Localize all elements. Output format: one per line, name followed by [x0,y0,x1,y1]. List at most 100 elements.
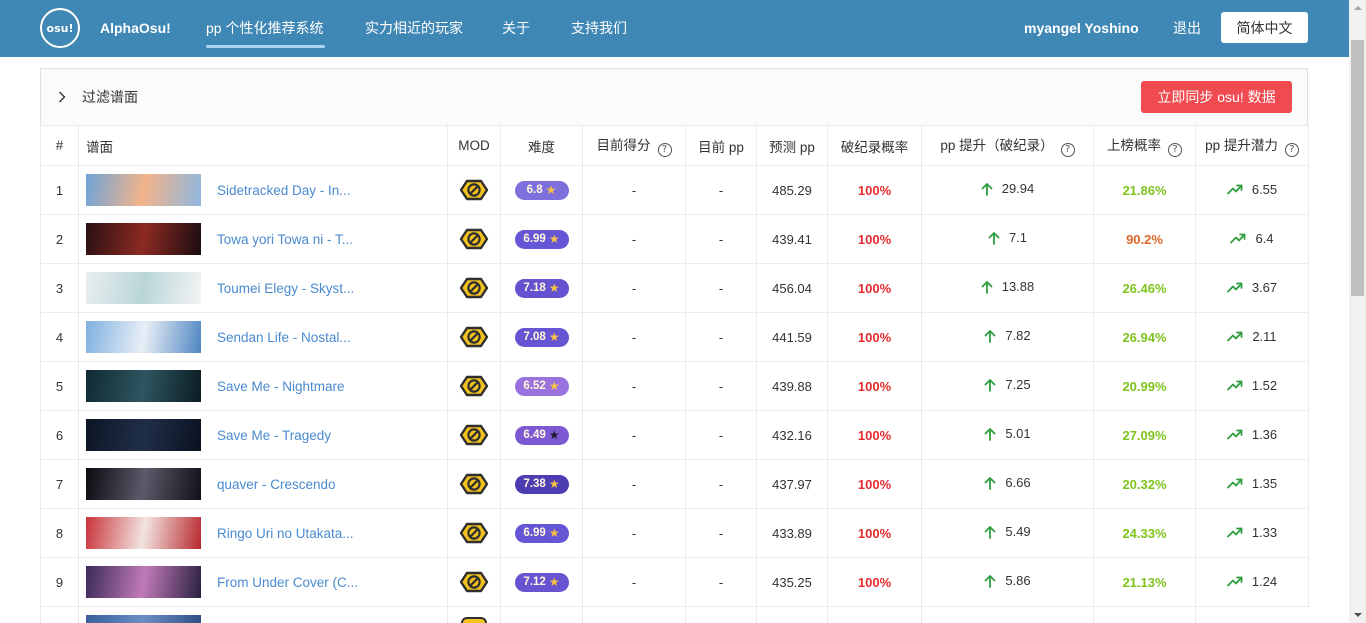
beatmap-cover-thumbnail[interactable] [86,272,201,304]
break-record-probability: 100% [857,476,892,492]
beatmap-cover-thumbnail[interactable] [86,174,201,206]
help-circle-icon[interactable] [1168,143,1182,157]
header-label: 目前 pp [698,139,744,155]
beatmap-cell: Ringo Uri no Utakata... [78,508,448,558]
table-row: 4 Sendan Life - Nostal... 7.08 ★ - - 441.59 100… [40,312,1309,362]
beatmap-cover-thumbnail[interactable] [86,468,201,500]
beatmap-cover-thumbnail[interactable] [86,370,201,402]
current-score: - [631,182,637,198]
break-record-probability: 100% [857,427,892,443]
beatmap-title-link[interactable]: quaver - Crescendo [217,477,336,492]
beatmap-cover-thumbnail[interactable] [86,419,201,451]
predicted-pp-cell: 432.16 [756,410,828,460]
table-row: 6 Save Me - Tragedy 6.49 ★ - - 432.16 100% 5.01 2… [40,410,1309,460]
ranking-probability-cell: 21.86% [1093,165,1196,215]
break-record-probability: 100% [857,574,892,590]
pp-gain: 7.82 [984,328,1031,343]
beatmap-title-link[interactable]: Save Me - Nightmare [217,379,345,394]
column-header-current-pp: 目前 pp [685,125,757,166]
nav-link-recommend[interactable]: pp 个性化推荐系统 [206,19,323,37]
star-rating: 6.99 [523,527,546,539]
beatmap-title-link[interactable]: Save Me - Tragedy [217,428,331,443]
arrow-up-icon [984,378,996,392]
predicted-pp: 433.89 [772,525,812,541]
difficulty-badge: 6.52 ★ [514,376,569,396]
beatmap-title-link[interactable]: From Under Cover (C... [217,575,358,590]
current-score-cell: - [582,214,686,264]
mod-cell [447,606,501,623]
scrollbar-thumb[interactable] [1351,40,1364,296]
beatmap-info: Sendan Life - Nostal... [80,321,447,353]
beatmap-cover-thumbnail[interactable] [86,321,201,353]
current-pp-cell [685,606,757,623]
nav-link-support[interactable]: 支持我们 [571,19,627,37]
beatmap-cell: Save Me - Nightmare [78,361,448,411]
beatmap-title-link[interactable]: Towa yori Towa ni - T... [217,232,353,247]
table-row: 8 Ringo Uri no Utakata... 6.99 ★ - - 433.89 100… [40,508,1309,558]
beatmap-cell: Toumei Elegy - Skyst... [78,263,448,313]
star-rating: 7.18 [523,282,546,294]
username-link[interactable]: myangel Yoshino [1024,19,1139,37]
nav-link-similar-players[interactable]: 实力相近的玩家 [365,19,463,37]
beatmap-cover-thumbnail[interactable] [86,566,201,598]
chevron-right-icon[interactable] [58,91,66,103]
pp-gain: 5.49 [984,524,1031,539]
break-probability-cell: 100% [827,165,922,215]
star-icon: ★ [548,232,560,246]
difficulty-cell [500,606,583,623]
no-mod-icon [459,375,489,397]
predicted-pp-cell: 439.41 [756,214,828,264]
break-probability-cell [827,606,922,623]
pp-gain: 5.01 [984,426,1031,441]
ranking-probability: 21.86% [1122,182,1167,198]
beatmap-title-link[interactable]: Sidetracked Day - In... [217,183,351,198]
header-label: 破纪录概率 [840,139,909,155]
beatmap-title-link[interactable]: Sendan Life - Nostal... [217,330,351,345]
help-circle-icon[interactable] [1060,143,1075,157]
table-row: 1 Sidetracked Day - In... 6.8 ★ - - 485.29 100%… [40,165,1309,215]
beatmap-cell: Sidetracked Day - In... [78,165,448,215]
logout-link[interactable]: 退出 [1173,19,1201,37]
difficulty-cell: 6.99 ★ [500,508,583,558]
beatmap-cover-thumbnail[interactable] [86,517,201,549]
break-record-probability: 100% [857,329,892,345]
filter-toggle-label[interactable]: 过滤谱面 [82,88,138,106]
current-score: - [631,476,637,492]
nav-link-about[interactable]: 关于 [502,19,530,37]
language-button[interactable]: 简体中文 [1221,12,1308,43]
pp-gain: 5.86 [984,573,1031,588]
current-pp: - [718,280,724,296]
header-label: pp 提升（破纪录） [940,138,1054,153]
current-score: - [631,231,637,247]
pp-gain: 29.94 [981,181,1034,196]
arrow-up-icon [988,231,1000,245]
pp-potential: 1.33 [1226,525,1277,540]
table-body: 1 Sidetracked Day - In... 6.8 ★ - -485.29 100%… [40,165,1309,607]
help-circle-icon[interactable] [657,143,672,157]
break-probability-cell: 100% [827,410,922,460]
osu-logo[interactable]: osu! [40,8,80,48]
ranking-probability: 20.32% [1122,476,1167,492]
active-nav-indicator [206,45,325,48]
column-header-pp-gain: pp 提升（破纪录） [921,125,1094,166]
no-mod-icon [461,617,487,623]
pp-gain: 13.88 [981,279,1034,294]
beatmap-title-link[interactable]: Ringo Uri no Utakata... [217,526,354,541]
help-circle-icon[interactable] [1284,143,1299,157]
brand-link[interactable]: AlphaOsu! [100,19,171,37]
scroll-down-arrow[interactable] [1349,606,1366,623]
break-probability-cell: 100% [827,312,922,362]
scroll-up-arrow[interactable] [1349,0,1366,17]
pp-gain-cell: 13.88 [921,263,1094,313]
scrollbar[interactable] [1349,0,1366,623]
star-rating: 7.38 [523,478,546,490]
top-navbar: osu! AlphaOsu! pp 个性化推荐系统 实力相近的玩家 关于 支持我… [0,0,1349,57]
current-score: - [631,427,637,443]
difficulty-cell: 7.18 ★ [500,263,583,313]
beatmap-info: Towa yori Towa ni - T... [80,223,447,255]
beatmap-title-link[interactable]: Toumei Elegy - Skyst... [217,281,354,296]
sync-osu-data-button[interactable]: 立即同步 osu! 数据 [1141,81,1292,113]
trending-up-icon [1226,526,1243,538]
beatmap-cover-thumbnail[interactable] [86,223,201,255]
beatmap-cover-thumbnail[interactable] [86,615,201,623]
